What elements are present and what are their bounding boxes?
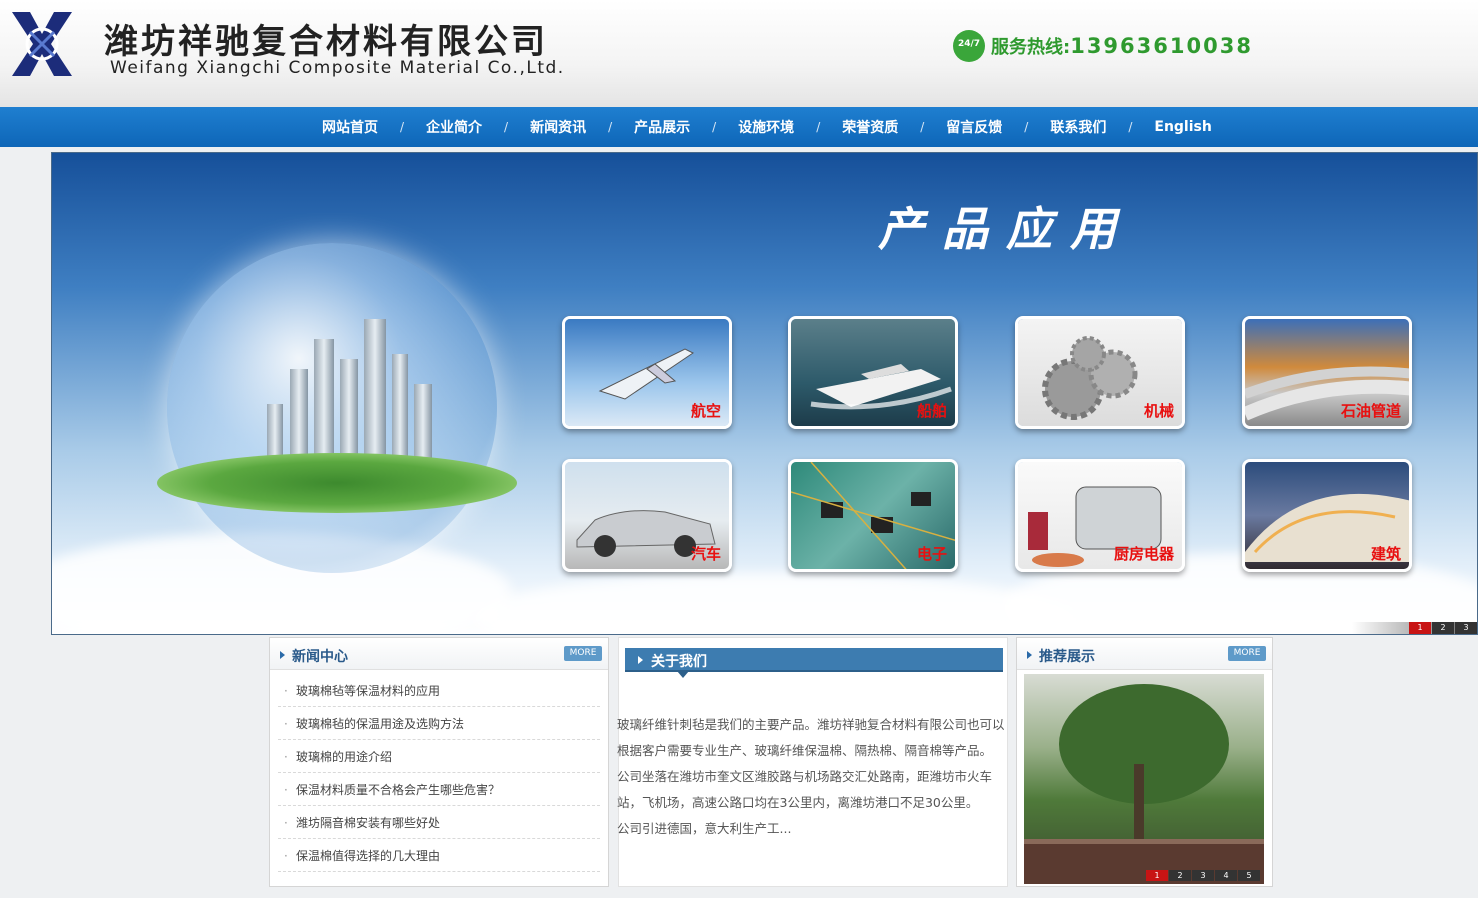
- hotline-label: 服务热线:: [991, 37, 1071, 58]
- nav-item[interactable]: 新闻资讯: [508, 117, 608, 137]
- recommend-more-button[interactable]: MORE: [1228, 646, 1266, 661]
- app-caption: 石油管道: [1340, 402, 1401, 420]
- app-caption: 建筑: [1370, 545, 1401, 563]
- main-nav: 网站首页 / 企业简介 / 新闻资讯 / 产品展示 / 设施环境 / 荣誉资质 / 留言反馈 / 联系我们 /…: [0, 107, 1478, 147]
- recommend-title: 推荐展示: [1039, 649, 1095, 665]
- about-text: 玻璃纤维针刺毡是我们的主要产品。潍坊祥驰复合材料有限公司也可以根据客户需要专业生…: [617, 712, 1009, 842]
- hotline-badge: 24/7: [958, 39, 981, 49]
- cloud: [472, 573, 1072, 634]
- banner-title: 产品应用: [878, 202, 1134, 256]
- about-paragraph: 公司坐落在潍坊市奎文区潍胶路与机场路交汇处路南，距潍坊市火车站，飞机场，高速公路…: [617, 769, 993, 810]
- building: [314, 339, 334, 464]
- news-item[interactable]: 保温材料质量不合格会产生哪些危害？: [278, 773, 600, 808]
- recommend-panel: 推荐展示 MORE 1 2 3 4 5: [1016, 637, 1273, 887]
- app-caption: 船舶: [916, 402, 947, 420]
- news-item[interactable]: 保温棉值得选择的几大理由: [278, 839, 600, 874]
- hotline-number: 13963610038: [1070, 34, 1253, 58]
- recommend-page-3[interactable]: 3: [1192, 870, 1214, 881]
- header-notch: [677, 671, 689, 678]
- building: [392, 354, 408, 464]
- app-card-pipeline[interactable]: 石油管道: [1242, 316, 1412, 429]
- banner-slider: 产品应用 航空 船舶 机械 石油管道 汽车 电子 厨房电器 建筑 1 2 3: [51, 152, 1478, 635]
- company-logo-icon[interactable]: [10, 10, 74, 78]
- app-caption: 汽车: [690, 545, 721, 563]
- factory-gate-image: [1024, 684, 1264, 884]
- building: [364, 319, 386, 464]
- banner-page-2[interactable]: 2: [1432, 622, 1454, 634]
- app-card-ship[interactable]: 船舶: [788, 316, 958, 429]
- app-caption: 厨房电器: [1113, 545, 1174, 563]
- news-panel-header: 新闻中心 MORE: [270, 638, 608, 670]
- nav-item[interactable]: 网站首页: [300, 117, 400, 137]
- app-card-machinery[interactable]: 机械: [1015, 316, 1185, 429]
- phone-icon: 24/7: [953, 30, 985, 62]
- nav-item[interactable]: 荣誉资质: [820, 117, 920, 137]
- arrow-icon: [1027, 651, 1032, 659]
- news-item[interactable]: 玻璃棉的用途介绍: [278, 740, 600, 775]
- banner-pager: 1 2 3: [1408, 622, 1477, 634]
- recommend-page-1[interactable]: 1: [1146, 870, 1168, 881]
- app-card-aviation[interactable]: 航空: [562, 316, 732, 429]
- app-card-kitchen[interactable]: 厨房电器: [1015, 459, 1185, 572]
- news-title: 新闻中心: [292, 649, 348, 665]
- nav-list: 网站首页 / 企业简介 / 新闻资讯 / 产品展示 / 设施环境 / 荣誉资质 / 留言反馈 / 联系我们 /…: [300, 107, 1234, 147]
- news-list: 玻璃棉毡等保温材料的应用 玻璃棉毡的保温用途及选购方法 玻璃棉的用途介绍 保温材…: [270, 670, 608, 874]
- recommend-panel-header: 推荐展示 MORE: [1017, 638, 1272, 670]
- about-header: 关于我们: [625, 648, 1003, 678]
- arrow-icon: [280, 651, 285, 659]
- recommend-page-2[interactable]: 2: [1169, 870, 1191, 881]
- company-name-en: Weifang Xiangchi Composite Material Co.,…: [110, 58, 565, 78]
- nav-item[interactable]: 设施环境: [716, 117, 816, 137]
- news-item[interactable]: 玻璃棉毡的保温用途及选购方法: [278, 707, 600, 742]
- app-card-electronics[interactable]: 电子: [788, 459, 958, 572]
- recommend-page-4[interactable]: 4: [1215, 870, 1237, 881]
- about-panel: 关于我们 玻璃纤维针刺毡是我们的主要产品。潍坊祥驰复合材料有限公司也可以根据客户…: [617, 637, 1009, 887]
- nav-item[interactable]: 企业简介: [404, 117, 504, 137]
- company-name-cn: 潍坊祥驰复合材料有限公司: [104, 22, 548, 62]
- app-caption: 电子: [916, 545, 947, 563]
- nav-item[interactable]: 产品展示: [612, 117, 712, 137]
- recommend-page-5[interactable]: 5: [1238, 870, 1260, 881]
- recommend-pager: 1 2 3 4 5: [1145, 870, 1260, 881]
- app-caption: 航空: [690, 402, 721, 420]
- app-card-construction[interactable]: 建筑: [1242, 459, 1412, 572]
- news-item[interactable]: 玻璃棉毡等保温材料的应用: [278, 674, 600, 709]
- news-item[interactable]: 潍坊隔音棉安装有哪些好处: [278, 806, 600, 841]
- nav-item[interactable]: 联系我们: [1028, 117, 1128, 137]
- news-panel: 新闻中心 MORE 玻璃棉毡等保温材料的应用 玻璃棉毡的保温用途及选购方法 玻璃…: [269, 637, 609, 887]
- building: [414, 384, 432, 464]
- recommend-photo[interactable]: 1 2 3 4 5: [1024, 674, 1264, 884]
- building: [340, 359, 358, 464]
- news-more-button[interactable]: MORE: [564, 646, 602, 661]
- about-title: 关于我们: [651, 654, 707, 670]
- app-caption: 机械: [1143, 402, 1174, 420]
- nav-item[interactable]: English: [1132, 119, 1233, 135]
- about-paragraph: 玻璃纤维针刺毡是我们的主要产品。潍坊祥驰复合材料有限公司也可以根据客户需要专业生…: [617, 717, 1005, 758]
- island-image: [157, 453, 517, 513]
- banner-page-3[interactable]: 3: [1455, 622, 1477, 634]
- hotline: 24/7 服务热线: 13963610038: [953, 29, 1253, 63]
- site-header: 潍坊祥驰复合材料有限公司 Weifang Xiangchi Composite …: [0, 0, 1478, 107]
- banner-page-1[interactable]: 1: [1409, 622, 1431, 634]
- about-paragraph: 公司引进德国，意大利生产工...: [617, 821, 792, 836]
- arrow-icon: [638, 656, 643, 664]
- building: [290, 369, 308, 464]
- app-card-automotive[interactable]: 汽车: [562, 459, 732, 572]
- nav-item[interactable]: 留言反馈: [924, 117, 1024, 137]
